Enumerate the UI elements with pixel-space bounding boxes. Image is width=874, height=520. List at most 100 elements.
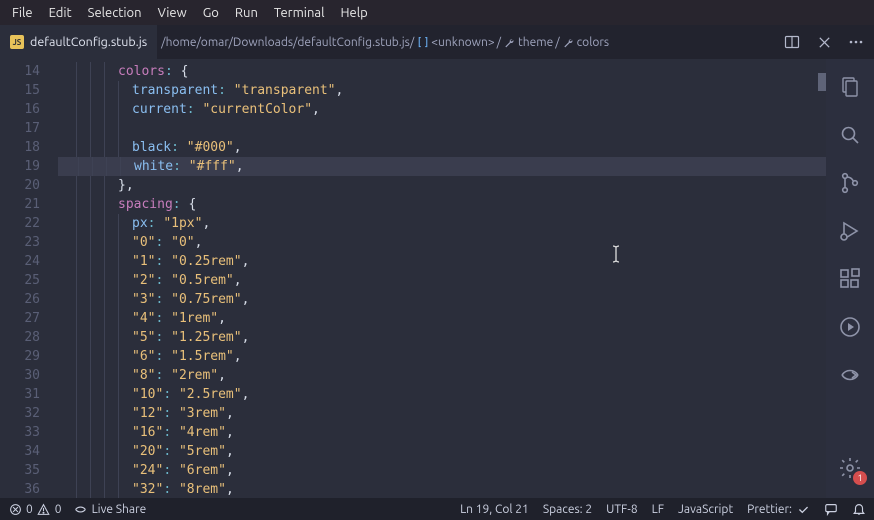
line-number: 24 [0, 252, 40, 271]
language-status[interactable]: JavaScript [678, 503, 733, 516]
wrench-icon [562, 36, 575, 49]
code-line[interactable]: "6": "1.5rem", [58, 347, 826, 366]
extensions-button[interactable] [826, 257, 874, 301]
line-number: 26 [0, 290, 40, 309]
code-line[interactable]: "8": "2rem", [58, 366, 826, 385]
warning-icon [37, 502, 51, 516]
check-icon [796, 502, 810, 516]
menu-help[interactable]: Help [332, 3, 375, 23]
close-tab-button[interactable] [810, 28, 838, 56]
menu-selection[interactable]: Selection [80, 3, 150, 23]
line-number: 20 [0, 176, 40, 195]
line-number: 36 [0, 480, 40, 498]
code-line[interactable]: "0": "0", [58, 233, 826, 252]
error-icon [8, 502, 22, 516]
line-number: 27 [0, 309, 40, 328]
breadcrumb-sep: / [497, 36, 501, 49]
line-number: 32 [0, 404, 40, 423]
code-line[interactable]: "1": "0.25rem", [58, 252, 826, 271]
line-number: 35 [0, 461, 40, 480]
breadcrumb-path: /home/omar/Downloads/defaultConfig.stub.… [161, 36, 414, 49]
problems-status[interactable]: 0 0 [8, 502, 62, 516]
code-line[interactable]: "10": "2.5rem", [58, 385, 826, 404]
code-line[interactable]: "32": "8rem", [58, 480, 826, 498]
live-preview-button[interactable] [826, 305, 874, 349]
line-number: 18 [0, 138, 40, 157]
live-share-label: Live Share [92, 503, 147, 516]
breadcrumb-theme: theme [518, 36, 553, 49]
line-number: 21 [0, 195, 40, 214]
split-editor-button[interactable] [778, 28, 806, 56]
code-line[interactable]: "4": "1rem", [58, 309, 826, 328]
breadcrumb-unknown: <unknown> [431, 36, 494, 49]
code-line[interactable]: }, [58, 176, 826, 195]
code-line[interactable]: colors: { [58, 62, 826, 81]
code-line[interactable]: "20": "5rem", [58, 442, 826, 461]
cursor-position[interactable]: Ln 19, Col 21 [460, 503, 529, 516]
menu-edit[interactable]: Edit [41, 3, 80, 23]
search-button[interactable] [826, 113, 874, 157]
line-number: 19 [0, 157, 40, 176]
warning-count: 0 [55, 503, 62, 516]
code-line[interactable]: "3": "0.75rem", [58, 290, 826, 309]
tab-filename: defaultConfig.stub.js [30, 35, 147, 49]
eol-status[interactable]: LF [652, 503, 664, 516]
code-line[interactable]: current: "currentColor", [58, 100, 826, 119]
more-actions-button[interactable] [842, 28, 870, 56]
notifications-icon[interactable] [852, 502, 866, 516]
menu-run[interactable]: Run [227, 3, 266, 23]
brackets-icon [416, 36, 429, 49]
code-line[interactable]: "2": "0.5rem", [58, 271, 826, 290]
feedback-icon[interactable] [824, 502, 838, 516]
editor[interactable]: 1415161718192021222324252627282930313233… [0, 59, 826, 498]
code-line[interactable]: spacing: { [58, 195, 826, 214]
code-line[interactable]: transparent: "transparent", [58, 81, 826, 100]
menu-view[interactable]: View [150, 3, 195, 23]
prettier-label: Prettier: [747, 503, 792, 516]
line-number: 30 [0, 366, 40, 385]
line-number: 15 [0, 81, 40, 100]
line-number: 29 [0, 347, 40, 366]
menubar: FileEditSelectionViewGoRunTerminalHelp [0, 0, 874, 25]
code-line[interactable] [58, 119, 826, 138]
line-number: 34 [0, 442, 40, 461]
tabbar-actions [774, 25, 874, 59]
live-share-status[interactable]: Live Share [74, 502, 147, 516]
line-number: 31 [0, 385, 40, 404]
menu-terminal[interactable]: Terminal [266, 3, 333, 23]
code-line[interactable]: "12": "3rem", [58, 404, 826, 423]
run-debug-button[interactable] [826, 209, 874, 253]
code-line[interactable]: black: "#000", [58, 138, 826, 157]
line-number: 33 [0, 423, 40, 442]
error-count: 0 [26, 503, 33, 516]
code-line[interactable]: px: "1px", [58, 214, 826, 233]
code-line[interactable]: white: "#fff", [58, 157, 826, 176]
status-bar: 0 0 Live Share Ln 19, Col 21 Spaces: 2 U… [0, 498, 874, 520]
code-content[interactable]: colors: { transparent: "transparent", cu… [58, 59, 826, 498]
menu-file[interactable]: File [4, 3, 41, 23]
line-number: 25 [0, 271, 40, 290]
encoding-status[interactable]: UTF-8 [606, 503, 637, 516]
code-line[interactable]: "16": "4rem", [58, 423, 826, 442]
prettier-status[interactable]: Prettier: [747, 502, 810, 516]
source-control-button[interactable] [826, 161, 874, 205]
line-number: 14 [0, 62, 40, 81]
line-number: 22 [0, 214, 40, 233]
line-number: 16 [0, 100, 40, 119]
explorer-button[interactable] [826, 65, 874, 109]
line-number: 23 [0, 233, 40, 252]
settings-button[interactable]: 1 [826, 446, 874, 490]
breadcrumb-sep: / [555, 36, 559, 49]
js-file-icon: JS [10, 35, 24, 49]
indentation-status[interactable]: Spaces: 2 [543, 503, 592, 516]
breadcrumbs[interactable]: /home/omar/Downloads/defaultConfig.stub.… [157, 25, 774, 59]
live-share-icon [74, 502, 88, 516]
breadcrumb-colors: colors [577, 36, 609, 49]
code-line[interactable]: "5": "1.25rem", [58, 328, 826, 347]
editor-tab[interactable]: JS defaultConfig.stub.js [0, 25, 157, 59]
menu-go[interactable]: Go [195, 3, 227, 23]
activity-bar: 1 [826, 59, 874, 498]
live-share-button[interactable] [826, 353, 874, 397]
code-line[interactable]: "24": "6rem", [58, 461, 826, 480]
line-number: 17 [0, 119, 40, 138]
